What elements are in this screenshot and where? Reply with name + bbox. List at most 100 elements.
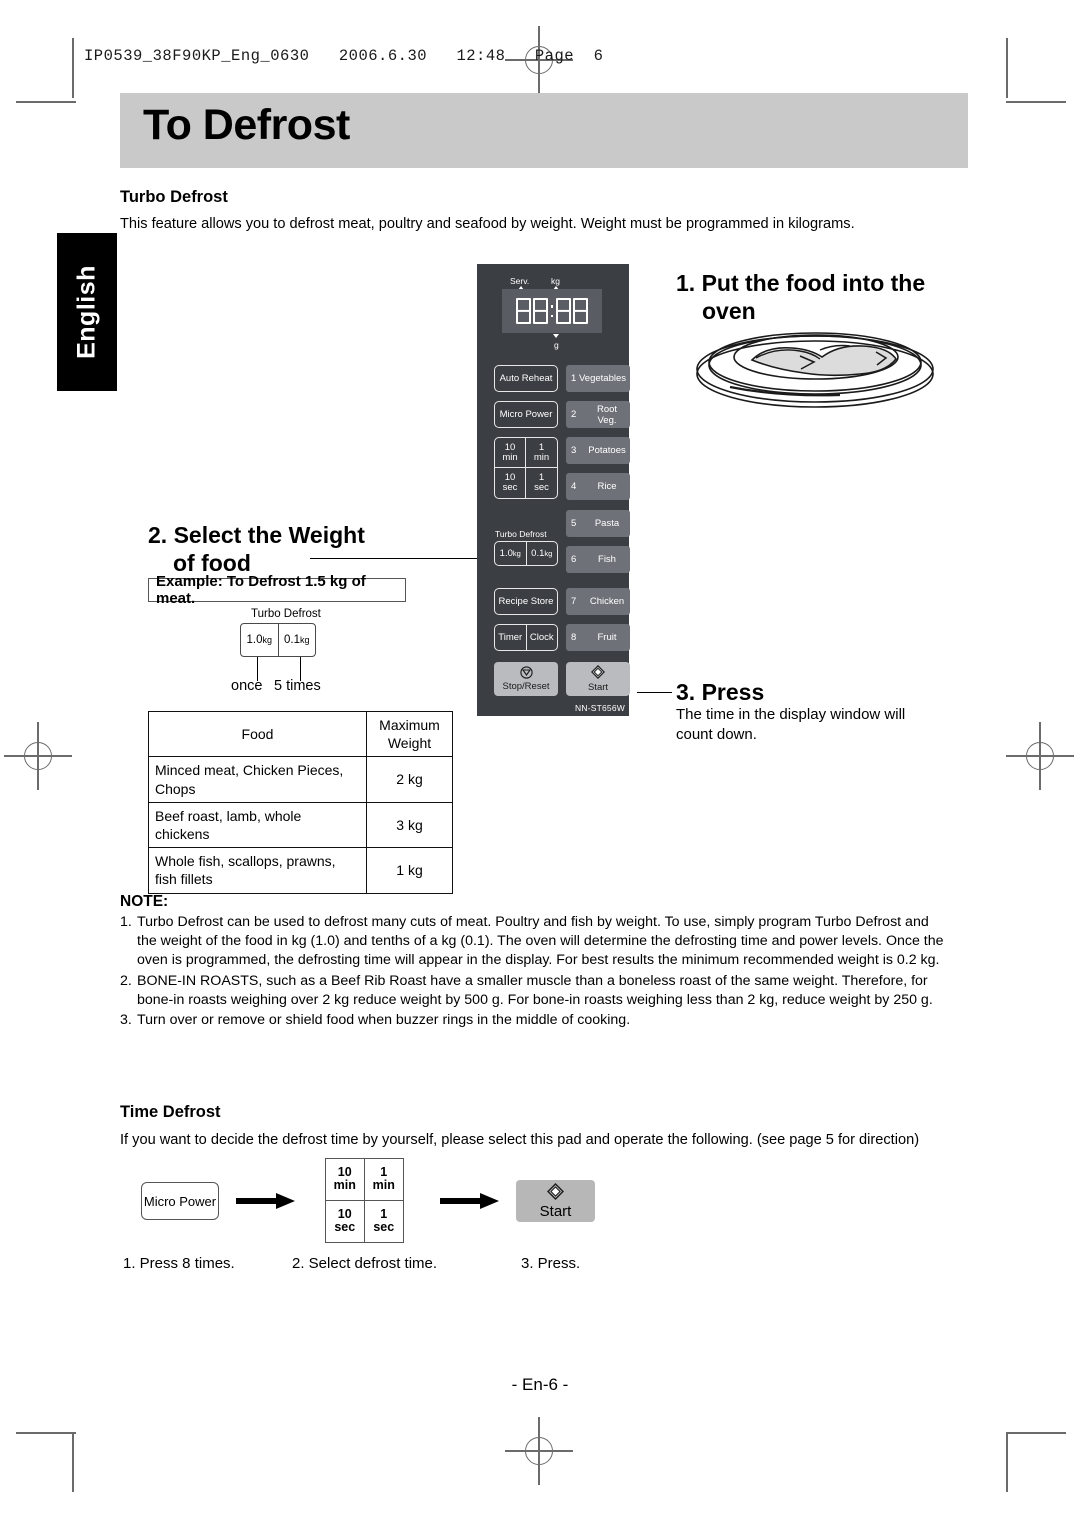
panel-model-number: NN-ST656W: [575, 703, 625, 713]
time-defrost-intro: If you want to decide the defrost time b…: [120, 1132, 920, 1148]
time-pad-1min[interactable]: 1 min: [364, 1159, 403, 1201]
display-digit: [515, 298, 531, 324]
panel-turbo-01kg[interactable]: 0.1kg: [525, 542, 558, 565]
max-weight-table: Food Maximum Weight Minced meat, Chicken…: [148, 710, 453, 894]
note-heading: NOTE:: [120, 893, 169, 910]
note-item: 2. BONE-IN ROASTS, such as a Beef Rib Ro…: [120, 972, 933, 1008]
panel-button-micro-power[interactable]: Micro Power: [494, 401, 558, 428]
time-defrost-start-pad[interactable]: Start: [516, 1180, 595, 1222]
table-header-food: Food: [148, 710, 367, 758]
panel-time-1sec[interactable]: 1 sec: [526, 468, 557, 498]
language-tab-english: English: [57, 233, 117, 391]
step-1-title: 1. Put the food into the oven: [676, 269, 956, 325]
panel-food-button-root-veg[interactable]: 2 Root Veg.: [566, 401, 630, 428]
display-digit: [556, 298, 572, 324]
panel-button-start[interactable]: Start: [566, 662, 630, 696]
display-label-g: g: [554, 340, 559, 350]
panel-food-button-potatoes[interactable]: 3 Potatoes: [566, 437, 630, 464]
note-item: 1. Turbo Defrost can be used to defrost …: [120, 914, 944, 969]
step-2-title-line1: 2. Select the Weight: [148, 522, 365, 548]
panel-button-timer-clock[interactable]: Timer Clock: [494, 624, 558, 651]
table-row: Whole fish, scallops, prawns, fish fille…: [148, 847, 453, 894]
step-3-title: 3. Press: [676, 679, 765, 705]
panel-food-button-rice[interactable]: 4 Rice: [566, 473, 630, 500]
table-cell-food: Beef roast, lamb, whole chickens: [148, 801, 367, 849]
turbo-defrost-heading: Turbo Defrost: [120, 188, 228, 206]
time-defrost-caption-2: 2. Select defrost time.: [292, 1255, 438, 1272]
table-cell-weight: 3 kg: [366, 801, 453, 849]
table-header-row: Food Maximum Weight: [148, 710, 453, 758]
time-pad-1sec[interactable]: 1 sec: [365, 1201, 404, 1243]
page-title: To Defrost: [143, 101, 350, 149]
panel-button-clock[interactable]: Clock: [525, 625, 558, 650]
time-pad-10sec[interactable]: 10 sec: [326, 1200, 365, 1242]
time-defrost-micro-power-pad[interactable]: Micro Power: [141, 1182, 219, 1220]
panel-food-button-fish[interactable]: 6 Fish: [566, 546, 630, 573]
stop-reset-label: Stop/Reset: [502, 681, 550, 693]
microwave-control-panel: Serv. kg g Auto Reheat Micro Power 10 mi…: [477, 264, 630, 716]
arrow-right-icon-1: [236, 1192, 296, 1215]
registration-mark-bottom: [505, 1417, 573, 1485]
registration-mark-right: [1006, 722, 1074, 790]
start-diamond-icon: [591, 665, 605, 682]
time-defrost-heading: Time Defrost: [120, 1103, 221, 1121]
display-digit: [573, 298, 589, 324]
display-colon-icon: [550, 304, 554, 318]
registration-mark-left: [4, 722, 72, 790]
start-diamond-icon: [547, 1182, 564, 1203]
crop-mark-tr-h: [1006, 101, 1066, 103]
step-2-title: 2. Select the Weight of food: [148, 521, 478, 577]
time-pad-10min[interactable]: 10 min: [326, 1159, 365, 1201]
crop-mark-bl-h: [16, 1432, 76, 1434]
panel-time-10min[interactable]: 10 min: [495, 438, 526, 468]
panel-turbo-1kg[interactable]: 1.0kg: [495, 542, 526, 565]
crop-mark-br-h: [1006, 1432, 1066, 1434]
example-tick-right-label: 5 times: [274, 678, 321, 694]
panel-turbo-defrost-pad[interactable]: 1.0kg 0.1kg: [494, 541, 558, 566]
stop-icon: [519, 666, 533, 682]
leader-line-step3: [637, 692, 672, 694]
panel-food-button-pasta[interactable]: 5 Pasta: [566, 510, 630, 537]
time-defrost-caption-1: 1. Press 8 times.: [123, 1255, 235, 1272]
note-list: 1. Turbo Defrost can be used to defrost …: [120, 913, 952, 1031]
table-cell-weight: 1 kg: [366, 847, 453, 894]
example-turbo-defrost-pad[interactable]: 1.0 kg 0.1 kg: [240, 623, 316, 657]
step-3-body-line2: count down.: [676, 725, 757, 743]
panel-food-button-chicken[interactable]: 7 Chicken: [566, 588, 630, 615]
table-cell-food: Minced meat, Chicken Pieces, Chops: [148, 756, 367, 803]
panel-time-pad[interactable]: 10 min 1 min 10 sec 1 sec: [494, 437, 558, 499]
display-window: [502, 289, 602, 333]
turbo-defrost-intro: This feature allows you to defrost meat,…: [120, 216, 855, 232]
display-label-kg: kg: [551, 276, 560, 286]
panel-food-button-fruit[interactable]: 8 Fruit: [566, 624, 630, 651]
crop-mark-tr-v: [1006, 38, 1008, 98]
panel-button-timer[interactable]: Timer: [495, 625, 526, 650]
micro-power-label: Micro Power: [143, 1193, 217, 1209]
panel-food-button-vegetables[interactable]: 1 Vegetables: [566, 365, 630, 392]
step-3-body-line1: The time in the display window will: [676, 706, 906, 723]
panel-time-1min[interactable]: 1 min: [526, 438, 557, 468]
panel-time-10sec[interactable]: 10 sec: [495, 468, 526, 498]
example-pad-1kg[interactable]: 1.0 kg: [241, 624, 278, 656]
table-row: Minced meat, Chicken Pieces, Chops 2 kg: [148, 756, 453, 803]
page-footer: - En-6 -: [511, 1375, 569, 1394]
panel-button-stop-reset[interactable]: Stop/Reset: [494, 662, 558, 696]
max-weight-table-body: Food Maximum Weight Minced meat, Chicken…: [148, 710, 453, 894]
example-callout-box: Example: To Defrost 1.5 kg of meat.: [148, 573, 406, 607]
example-pad-caption: Turbo Defrost: [248, 608, 324, 620]
crop-mark-bl-v: [72, 1432, 74, 1492]
crop-mark-br-v: [1006, 1432, 1008, 1492]
display-digit: [532, 298, 548, 324]
step-3-body: The time in the display window will coun…: [676, 705, 956, 745]
example-tick-left-label: once: [231, 678, 263, 694]
page-canvas: IP0539_38F90KP_Eng_0630 2006.6.30 12:48 …: [0, 0, 1080, 1528]
display-value: [515, 298, 589, 324]
time-defrost-time-pad[interactable]: 10 min 1 min 10 sec 1 sec: [325, 1158, 404, 1243]
note-item: 3. Turn over or remove or shield food wh…: [120, 1011, 631, 1028]
time-defrost-caption-3: 3. Press.: [521, 1255, 581, 1272]
panel-button-auto-reheat[interactable]: Auto Reheat: [494, 365, 558, 392]
panel-button-recipe-store[interactable]: Recipe Store: [494, 588, 558, 615]
step-1-title-line1: 1. Put the food into the: [676, 270, 926, 296]
example-pad-01kg[interactable]: 0.1 kg: [277, 624, 316, 656]
display-label-serv: Serv.: [510, 276, 530, 286]
